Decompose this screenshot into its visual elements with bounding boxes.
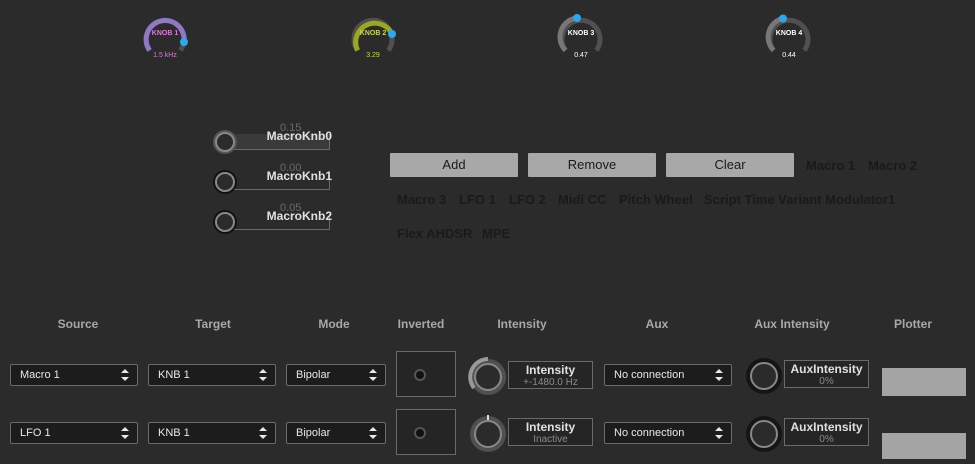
header-aux-intensity: Aux Intensity: [754, 317, 830, 331]
source-item-flex-ahdsr[interactable]: Flex AHDSR: [397, 226, 472, 241]
source-item-macro-1[interactable]: Macro 1: [806, 158, 855, 173]
select-arrows-icon: [121, 427, 129, 439]
inverted-toggle[interactable]: [396, 409, 456, 455]
source-select-value: Macro 1: [20, 369, 60, 381]
knob-4-label: KNOB 4: [775, 30, 803, 37]
header-target: Target: [195, 317, 231, 331]
macro-knob-1-label: MacroKnb1: [266, 169, 332, 183]
knob-4[interactable]: KNOB 4 0.44: [764, 12, 814, 68]
select-arrows-icon: [715, 427, 723, 439]
mode-select-value: Bipolar: [296, 369, 331, 381]
header-intensity: Intensity: [497, 317, 547, 331]
macro-knob-2[interactable]: 0.05 MacroKnb2: [210, 202, 334, 234]
macro-knob-0-dial: [213, 130, 237, 154]
header-inverted: Inverted: [397, 317, 445, 331]
mode-select[interactable]: Bipolar: [286, 364, 386, 386]
source-item-lfo-2[interactable]: LFO 2: [509, 192, 546, 207]
target-select-value: KNB 1: [158, 427, 190, 439]
knob-3-label: KNOB 3: [567, 30, 595, 37]
source-select[interactable]: Macro 1: [10, 364, 138, 386]
plotter: [882, 433, 966, 459]
header-plotter: Plotter: [893, 317, 932, 331]
select-arrows-icon: [369, 369, 377, 381]
header-source: Source: [57, 317, 99, 331]
intensity-label: Intensity: [525, 363, 576, 377]
remove-button[interactable]: Remove: [528, 153, 656, 177]
source-item-lfo-1[interactable]: LFO 1: [459, 192, 496, 207]
header-mode: Mode: [318, 317, 350, 331]
knob-1-value: 1.5 kHz: [153, 52, 177, 59]
aux-select-value: No connection: [614, 427, 685, 439]
intensity-slider[interactable]: Intensity +-1480.0 Hz: [466, 356, 596, 396]
intensity-knob: [468, 357, 506, 395]
knob-3[interactable]: KNOB 3 0.47: [556, 12, 606, 68]
inverted-indicator: [414, 369, 426, 381]
mode-select-value: Bipolar: [296, 427, 331, 439]
aux-intensity-label: AuxIntensity: [790, 362, 863, 376]
target-select-value: KNB 1: [158, 369, 190, 381]
target-select[interactable]: KNB 1: [148, 364, 276, 386]
select-arrows-icon: [121, 369, 129, 381]
select-arrows-icon: [259, 369, 267, 381]
aux-intensity-slider[interactable]: AuxIntensity 0%: [742, 413, 872, 453]
select-arrows-icon: [259, 427, 267, 439]
knob-2[interactable]: KNOB 2 3.29: [348, 12, 398, 68]
intensity-slider[interactable]: Intensity Inactive: [466, 413, 596, 453]
inverted-toggle[interactable]: [396, 351, 456, 397]
aux-intensity-slider[interactable]: AuxIntensity 0%: [742, 355, 872, 395]
knob-2-value: 3.29: [366, 52, 380, 59]
source-item-script-modulator[interactable]: Script Time Variant Modulator1: [704, 192, 895, 207]
intensity-label: Intensity: [525, 420, 576, 434]
aux-intensity-value: 0%: [819, 434, 834, 445]
source-item-macro-3[interactable]: Macro 3: [397, 192, 446, 207]
aux-intensity-label: AuxIntensity: [790, 420, 863, 434]
macro-knob-1[interactable]: 0.00 MacroKnb1: [210, 162, 334, 194]
header-aux: Aux: [645, 317, 669, 331]
aux-select[interactable]: No connection: [604, 364, 732, 386]
clear-button[interactable]: Clear: [666, 153, 794, 177]
macro-knob-2-dial: [213, 210, 237, 234]
intensity-value: +-1480.0 Hz: [523, 377, 578, 388]
aux-intensity-value: 0%: [819, 376, 834, 387]
knob-4-value: 0.44: [782, 52, 796, 59]
source-item-pitch-wheel[interactable]: Pitch Wheel: [619, 192, 693, 207]
source-item-macro-2[interactable]: Macro 2: [868, 158, 917, 173]
source-select[interactable]: LFO 1: [10, 422, 138, 444]
plotter: [882, 368, 966, 396]
aux-select[interactable]: No connection: [604, 422, 732, 444]
macro-knob-0[interactable]: 0.15 MacroKnb0: [210, 122, 334, 154]
select-arrows-icon: [369, 427, 377, 439]
knob-2-label: KNOB 2: [359, 30, 387, 37]
macro-knob-0-label: MacroKnb0: [266, 129, 332, 143]
knob-1[interactable]: KNOB 1 1.5 kHz: [140, 12, 190, 68]
intensity-value: Inactive: [533, 434, 568, 445]
knob-3-value: 0.47: [574, 52, 588, 59]
aux-intensity-knob: [746, 416, 782, 452]
source-item-midi-cc[interactable]: Midi CC: [558, 192, 606, 207]
target-select[interactable]: KNB 1: [148, 422, 276, 444]
add-button[interactable]: Add: [390, 153, 518, 177]
intensity-knob: [470, 415, 506, 452]
mode-select[interactable]: Bipolar: [286, 422, 386, 444]
macro-knob-2-label: MacroKnb2: [266, 209, 332, 223]
aux-select-value: No connection: [614, 369, 685, 381]
knob-1-label: KNOB 1: [151, 30, 179, 37]
macro-knob-1-dial: [213, 170, 237, 194]
source-select-value: LFO 1: [20, 427, 51, 439]
aux-intensity-knob: [746, 358, 782, 394]
inverted-indicator: [414, 427, 426, 439]
source-item-mpe[interactable]: MPE: [482, 226, 510, 241]
select-arrows-icon: [715, 369, 723, 381]
